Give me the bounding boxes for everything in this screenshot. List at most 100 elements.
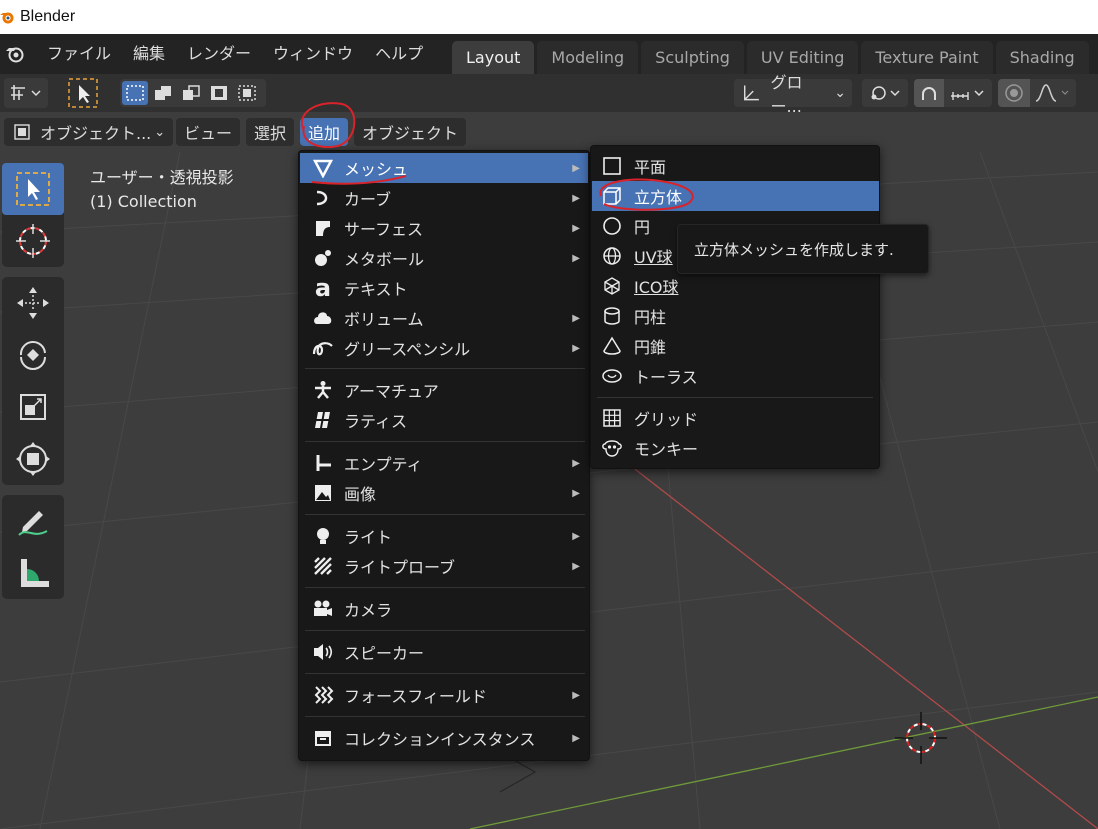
add-menu-item-surface[interactable]: サーフェス ▶ [300, 213, 588, 243]
falloff-dropdown[interactable] [1030, 79, 1076, 107]
collection-label: (1) Collection [90, 192, 197, 211]
mesh-submenu: 平面 立方体 円 UV球 ICO球 円柱 円錐 トーラス グリッド モンキー [590, 145, 880, 469]
menu-file[interactable]: ファイル [36, 39, 122, 69]
select-intersect-button[interactable] [234, 81, 260, 105]
add-menu-item-volume[interactable]: ボリューム ▶ [300, 303, 588, 333]
add-menu-item-speaker[interactable]: スピーカー [300, 637, 588, 667]
menu-object[interactable]: オブジェクト [354, 118, 467, 146]
grid-icon [600, 408, 624, 428]
add-menu-item-lattice[interactable]: ラティス [300, 405, 588, 435]
blender-menu-logo-icon[interactable] [2, 41, 28, 67]
add-menu-item-armature[interactable]: アーマチュア [300, 375, 588, 405]
mesh-item-ico-sphere[interactable]: ICO球 [592, 271, 879, 301]
menu-render[interactable]: レンダー [176, 39, 262, 69]
tool-select-indicator[interactable] [64, 78, 102, 108]
snap-toggle[interactable] [914, 79, 944, 107]
add-menu-item-grease-pencil[interactable]: グリースペンシル ▶ [300, 333, 588, 363]
tab-texture-paint[interactable]: Texture Paint [861, 41, 993, 74]
transform-icon [16, 442, 50, 476]
annotate-pencil-icon [18, 511, 48, 536]
mesh-item-monkey[interactable]: モンキー [592, 433, 879, 463]
editor-type-button[interactable] [4, 78, 48, 108]
mesh-item-grid[interactable]: グリッド [592, 403, 879, 433]
cursor-3d-icon [16, 224, 50, 258]
add-menu-item-label: メタボール [344, 250, 425, 269]
mesh-item-label: ICO球 [634, 278, 679, 297]
mesh-item-plane[interactable]: 平面 [592, 151, 879, 181]
submenu-arrow-icon: ▶ [572, 252, 580, 264]
menu-separator [305, 673, 585, 674]
select-new-button[interactable] [122, 81, 148, 105]
tab-shading[interactable]: Shading [995, 41, 1089, 74]
add-menu-item-collection-instance[interactable]: コレクションインスタンス ▶ [300, 723, 588, 753]
add-menu-item-label: カーブ [344, 190, 392, 209]
ico-sphere-icon [600, 276, 624, 296]
add-menu-item-metaball[interactable]: メタボール ▶ [300, 243, 588, 273]
add-menu-item-curve[interactable]: カーブ ▶ [300, 183, 588, 213]
tab-modeling[interactable]: Modeling [537, 41, 639, 74]
add-menu-item-force-field[interactable]: フォースフィールド ▶ [300, 680, 588, 710]
mesh-icon [310, 158, 336, 178]
add-menu-item-mesh[interactable]: メッシュ ▶ [300, 153, 588, 183]
mesh-item-cube[interactable]: 立方体 [592, 181, 879, 211]
mesh-item-label: モンキー [634, 440, 699, 459]
submenu-arrow-icon: ▶ [572, 342, 580, 354]
annotate-tool[interactable] [2, 495, 64, 547]
orientation-axes-icon [744, 85, 759, 101]
rotate-tool[interactable] [2, 329, 64, 381]
proportional-editing-group [998, 79, 1076, 107]
tab-layout[interactable]: Layout [452, 41, 535, 74]
tool-header: グロー... ⌄ [0, 73, 1098, 116]
select-subtract-button[interactable] [178, 81, 204, 105]
menu-separator [305, 716, 585, 717]
menu-edit[interactable]: 編集 [122, 39, 176, 69]
scale-tool[interactable] [2, 381, 64, 433]
select-cursor-icon [68, 78, 98, 108]
tool-group-select [2, 163, 64, 267]
add-menu-item-label: エンプティ [344, 455, 423, 474]
submenu-arrow-icon: ▶ [572, 162, 580, 174]
tool-group-annotate [2, 495, 64, 599]
menu-select[interactable]: 選択 [246, 118, 295, 146]
menu-view[interactable]: ビュー [176, 118, 241, 146]
select-extend-button[interactable] [150, 81, 176, 105]
add-menu-item-label: サーフェス [344, 220, 424, 239]
menu-add[interactable]: 追加 [300, 118, 349, 146]
snap-target-dropdown[interactable] [944, 79, 992, 107]
tab-sculpting[interactable]: Sculpting [641, 41, 744, 74]
add-menu-item-light-probe[interactable]: ライトプローブ ▶ [300, 551, 588, 581]
transform-orientation-dropdown[interactable]: グロー... ⌄ [734, 73, 852, 116]
menu-separator [305, 514, 585, 515]
add-menu-item-label: カメラ [344, 601, 393, 620]
mesh-item-cylinder[interactable]: 円柱 [592, 301, 879, 331]
add-menu-item-text[interactable]: a テキスト [300, 273, 588, 303]
proportional-toggle[interactable] [998, 79, 1030, 107]
mesh-item-cone[interactable]: 円錐 [592, 331, 879, 361]
submenu-arrow-icon: ▶ [572, 192, 580, 204]
measure-tool[interactable] [2, 547, 64, 599]
lattice-icon [310, 410, 336, 430]
move-tool[interactable] [2, 277, 64, 329]
snapping-group [914, 79, 992, 107]
add-menu-item-camera[interactable]: カメラ [300, 594, 588, 624]
add-menu-item-empty[interactable]: エンプティ ▶ [300, 448, 588, 478]
image-icon [310, 483, 336, 503]
mesh-item-torus[interactable]: トーラス [592, 361, 879, 391]
menu-window[interactable]: ウィンドウ [262, 39, 364, 69]
add-menu-item-light[interactable]: ライト ▶ [300, 521, 588, 551]
submenu-arrow-icon: ▶ [572, 689, 580, 701]
select-box-tool[interactable] [2, 163, 64, 215]
select-invert-button[interactable] [206, 81, 232, 105]
add-menu-item-image[interactable]: 画像 ▶ [300, 478, 588, 508]
falloff-curve-icon [1035, 84, 1069, 102]
cursor-tool[interactable] [2, 215, 64, 267]
orientation-label: グロー... [770, 73, 803, 116]
transform-tool[interactable] [2, 433, 64, 485]
menu-help[interactable]: ヘルプ [364, 39, 434, 69]
pivot-point-dropdown[interactable] [862, 79, 908, 107]
select-intersect-icon [238, 85, 256, 101]
viewport-header: オブジェクト... ⌄ ビュー 選択 追加 オブジェクト [0, 112, 1098, 152]
menu-separator [305, 368, 585, 369]
mode-dropdown[interactable]: オブジェクト... ⌄ [4, 118, 174, 146]
surface-icon [310, 218, 336, 238]
